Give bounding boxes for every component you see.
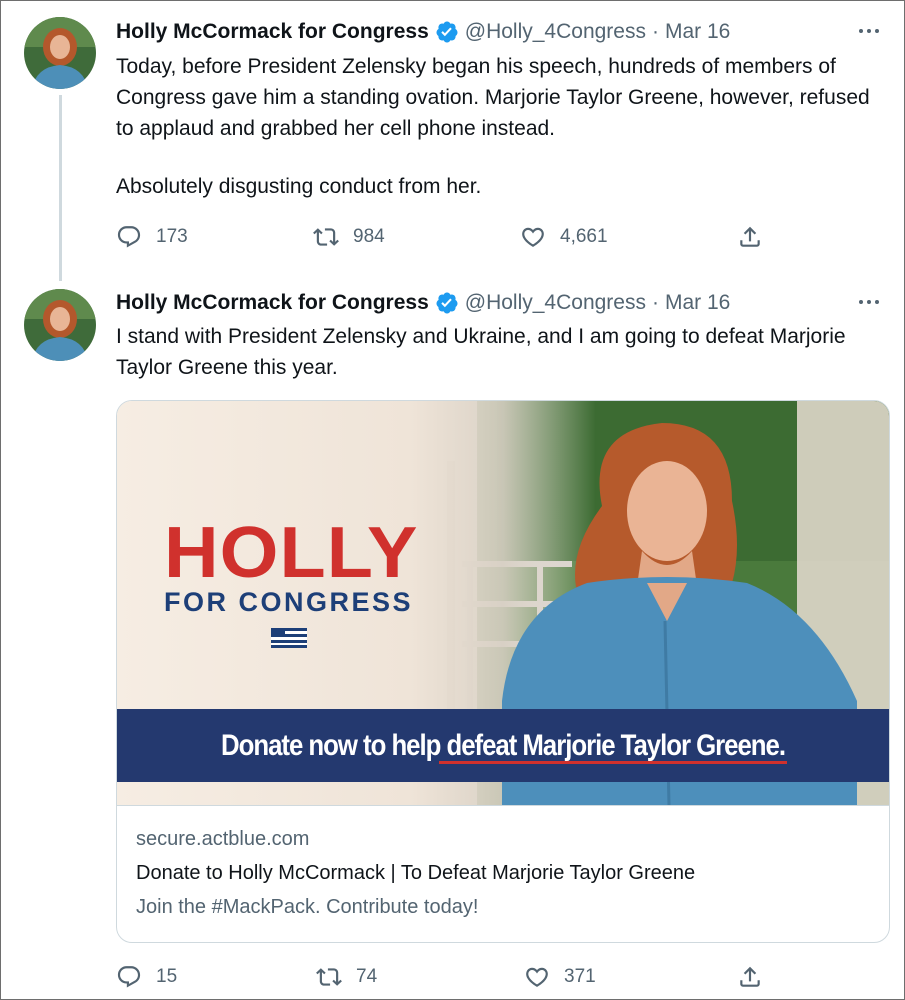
author-handle[interactable]: @Holly_4Congress [465,20,646,44]
share-icon [740,966,760,987]
retweet-button[interactable]: 984 [313,219,385,255]
avatar-photo [24,289,96,361]
author-name[interactable]: Holly McCormack for Congress [116,20,429,44]
like-count: 4,661 [560,226,608,247]
verified-badge-icon [435,20,459,44]
tweet-paragraph: I stand with President Zelensky and Ukra… [116,325,846,379]
tweet-text: I stand with President Zelensky and Ukra… [116,321,886,383]
more-icon[interactable] [854,287,884,317]
heart-icon [526,967,548,987]
reply-icon [117,966,141,988]
tweet-paragraph: Absolutely disgusting conduct from her. [116,175,482,198]
tweet-header: Holly McCormack for Congress @Holly_4Con… [116,288,730,318]
card-headline: HOLLY [164,513,419,593]
header-separator: · [651,20,659,43]
card-title: Donate to Holly McCormack | To Defeat Ma… [136,862,696,884]
like-count: 371 [564,966,596,987]
share-button[interactable] [737,219,763,255]
thread-connector-line [59,95,62,281]
retweet-icon [316,968,342,986]
retweet-count: 984 [353,226,385,247]
banner-text: Donate now to help defeat Marjorie Taylo… [221,728,786,762]
tweet-date[interactable]: Mar 16 [665,20,730,44]
tweet-actions: 173 984 4,661 [116,219,771,255]
author-name[interactable]: Holly McCormack for Congress [116,291,429,315]
banner-underline [439,761,787,764]
card-image[interactable]: HOLLY FOR CONGRESS Donate now to help de… [117,401,889,805]
card-subheadline: FOR CONGRESS [164,587,414,617]
reply-button[interactable]: 173 [116,219,188,255]
share-button[interactable] [737,959,763,995]
retweet-button[interactable]: 74 [316,959,377,995]
tweet-thread: Holly McCormack for Congress @Holly_4Con… [0,0,905,1000]
reply-button[interactable]: 15 [116,959,177,995]
tweet-text: Today, before President Zelensky began h… [116,51,886,202]
more-icon[interactable] [854,16,884,46]
card-description: Join the #MackPack. Contribute today! [136,896,479,918]
reply-icon [117,226,141,248]
flag-icon [271,628,307,648]
like-button[interactable]: 4,661 [520,219,608,255]
verified-badge-icon [435,291,459,315]
link-card[interactable]: HOLLY FOR CONGRESS Donate now to help de… [116,400,890,943]
retweet-count: 74 [356,966,378,987]
card-meta[interactable]: secure.actblue.com Donate to Holly McCor… [117,805,889,942]
card-domain: secure.actblue.com [136,828,310,850]
tweet-paragraph: Today, before President Zelensky began h… [116,55,870,140]
tweet-actions: 15 74 371 [116,959,771,995]
avatar-photo [24,17,96,89]
retweet-icon [313,228,339,246]
tweet-header: Holly McCormack for Congress @Holly_4Con… [116,17,730,47]
share-icon [740,226,760,247]
heart-icon [522,227,544,247]
author-avatar[interactable] [24,17,96,89]
reply-count: 173 [156,226,188,247]
tweet-date[interactable]: Mar 16 [665,291,730,315]
header-separator: · [651,291,659,314]
author-handle[interactable]: @Holly_4Congress [465,291,646,315]
donate-banner: Donate now to help defeat Marjorie Taylo… [117,709,889,782]
author-avatar[interactable] [24,289,96,361]
like-button[interactable]: 371 [524,959,596,995]
reply-count: 15 [156,966,178,987]
